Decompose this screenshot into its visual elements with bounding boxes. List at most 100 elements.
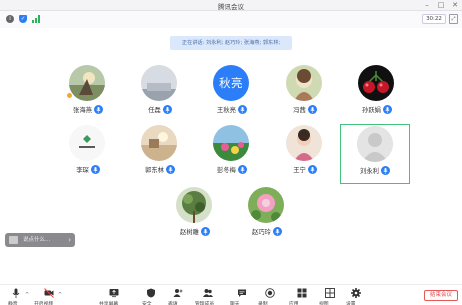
- avatar: [286, 65, 322, 101]
- chevron-right-icon: ›: [68, 236, 71, 244]
- title-bar: 腾讯会议 – □ ✕: [0, 0, 462, 11]
- participant-name: 孙跃娟: [362, 107, 381, 114]
- close-icon[interactable]: ✕: [448, 0, 462, 11]
- mute-label: 静音: [8, 302, 18, 305]
- participant-tile[interactable]: 刘永利: [340, 124, 410, 184]
- participant-name: 郭东林: [145, 167, 164, 174]
- record-label: 录制: [258, 302, 268, 305]
- participant-name-row: 任磊: [125, 105, 195, 114]
- gear-icon: [351, 288, 361, 300]
- microphone-icon: [162, 105, 172, 114]
- participant-tile[interactable]: 孙跃娟: [342, 64, 412, 124]
- participant-name: 任磊: [148, 107, 161, 114]
- host-badge-icon: [66, 92, 73, 99]
- chevron-up-icon[interactable]: ^: [58, 292, 62, 298]
- microphone-icon: [11, 288, 21, 300]
- avatar: [141, 125, 177, 161]
- microphone-icon: [93, 105, 103, 114]
- participant-name: 王秋亮: [217, 107, 236, 114]
- chat-icon: [237, 288, 247, 300]
- microphone-icon: [237, 165, 247, 174]
- avatar: [357, 126, 393, 162]
- participant-tile[interactable]: 郭东林: [125, 124, 195, 184]
- microphone-icon: [200, 227, 210, 236]
- participant-name-row: 李琛: [53, 165, 123, 174]
- signal-icon[interactable]: [32, 15, 41, 23]
- invite-label: 邀请: [168, 302, 178, 305]
- participant-tile[interactable]: 冯茜: [270, 64, 340, 124]
- participant-name-row: 刘永利: [341, 166, 409, 175]
- participant-name: 王宁: [293, 167, 306, 174]
- avatar: 秋亮: [213, 65, 249, 101]
- participant-name: 赵树雕: [180, 229, 199, 236]
- participant-tile[interactable]: 李琛: [53, 124, 123, 184]
- participant-tile[interactable]: 彭冬梅: [197, 124, 267, 184]
- microphone-icon: [237, 105, 247, 114]
- participant-tile[interactable]: 张海燕: [53, 64, 123, 124]
- microphone-icon: [165, 165, 175, 174]
- view-label: 视图: [319, 302, 329, 305]
- chat-label: 聊天: [230, 302, 240, 305]
- avatar: [248, 187, 284, 223]
- avatar: [176, 187, 212, 223]
- participant-name-row: 彭冬梅: [197, 165, 267, 174]
- chevron-up-icon[interactable]: ^: [25, 292, 29, 298]
- record-icon: [265, 288, 275, 300]
- participant-tile[interactable]: 赵巧玲: [232, 186, 302, 246]
- microphone-icon: [307, 165, 317, 174]
- maximize-icon[interactable]: □: [434, 0, 448, 11]
- apps-icon: [297, 288, 307, 300]
- settings-label: 设置: [346, 302, 356, 305]
- microphone-icon: [380, 166, 390, 175]
- meeting-toolbar: ^ 静音 ^ 开启视频 共享屏幕 安全 邀请 管理成员 聊天 录制 应用 视图 设置 结束会议: [0, 284, 462, 305]
- meeting-timer: 30:22: [422, 14, 446, 24]
- share-screen-icon: [109, 288, 119, 300]
- shield-icon[interactable]: ✓: [19, 15, 27, 23]
- apps-label: 应用: [289, 302, 299, 305]
- avatar: [141, 65, 177, 101]
- participant-name-row: 孙跃娟: [342, 105, 412, 114]
- camera-off-icon: [44, 288, 54, 300]
- participant-name: 张海燕: [73, 107, 92, 114]
- members-label: 管理成员: [195, 302, 215, 305]
- avatar: [358, 65, 394, 101]
- avatar: [69, 125, 105, 161]
- chat-placeholder: 说点什么...: [23, 237, 51, 243]
- microphone-icon: [307, 105, 317, 114]
- participant-name-row: 王宁: [270, 165, 340, 174]
- participant-name-row: 赵巧玲: [232, 227, 302, 236]
- avatar: [213, 125, 249, 161]
- participant-tile[interactable]: 秋亮王秋亮: [197, 64, 267, 124]
- participant-name: 刘永利: [360, 168, 379, 175]
- video-label: 开启视频: [34, 302, 54, 305]
- participant-name-row: 郭东林: [125, 165, 195, 174]
- fullscreen-icon[interactable]: ⤢: [449, 14, 458, 24]
- avatar: [286, 125, 322, 161]
- view-icon: [325, 288, 335, 300]
- participant-name-row: 冯茜: [270, 105, 340, 114]
- avatar: [69, 65, 105, 101]
- participant-name-row: 赵树雕: [160, 227, 230, 236]
- share-label: 共享屏幕: [99, 302, 119, 305]
- members-icon: [203, 288, 213, 300]
- participant-name: 彭冬梅: [217, 167, 236, 174]
- speaking-banner: 正在讲话: 刘永利; 赵巧玲; 张海燕; 郭东林;: [170, 36, 292, 50]
- participant-name-row: 张海燕: [53, 105, 123, 114]
- status-bar: i ✓ 30:22 ⤢: [0, 11, 462, 28]
- participant-name: 冯茜: [293, 107, 306, 114]
- minimize-icon[interactable]: –: [420, 0, 434, 11]
- participant-name: 赵巧玲: [252, 229, 271, 236]
- end-meeting-button[interactable]: 结束会议: [424, 290, 458, 301]
- microphone-icon: [272, 227, 282, 236]
- security-label: 安全: [142, 302, 152, 305]
- add-user-icon: [173, 288, 183, 300]
- window-title: 腾讯会议: [218, 3, 244, 11]
- participant-name: 李琛: [76, 167, 89, 174]
- participant-tile[interactable]: 赵树雕: [160, 186, 230, 246]
- participant-tile[interactable]: 王宁: [270, 124, 340, 184]
- microphone-icon: [382, 105, 392, 114]
- chat-icon: [9, 236, 18, 244]
- chat-quick-input[interactable]: 说点什么... ›: [5, 233, 75, 247]
- participant-tile[interactable]: 任磊: [125, 64, 195, 124]
- info-icon[interactable]: i: [6, 15, 14, 23]
